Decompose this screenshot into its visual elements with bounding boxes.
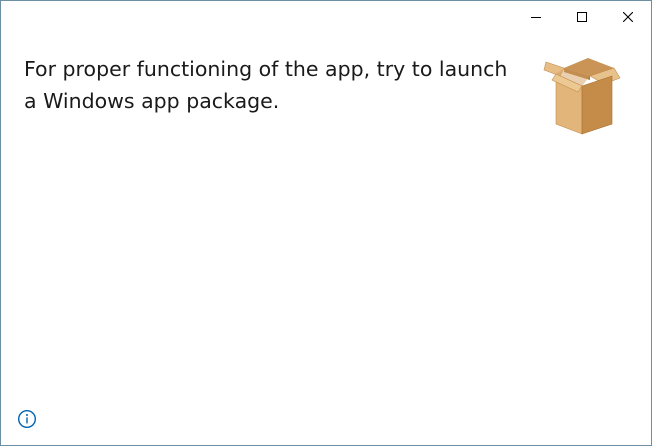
- info-icon: [17, 409, 37, 429]
- maximize-button[interactable]: [559, 1, 605, 33]
- maximize-icon: [577, 12, 587, 22]
- close-button[interactable]: [605, 1, 651, 33]
- open-box-icon: [543, 58, 621, 135]
- info-button[interactable]: [17, 409, 37, 429]
- message-line-1: For proper functioning of the app, try t…: [24, 57, 508, 81]
- app-window: For proper functioning of the app, try t…: [0, 0, 652, 446]
- message-line-2: a Windows app package.: [24, 89, 280, 113]
- launch-package-message: For proper functioning of the app, try t…: [24, 53, 524, 117]
- minimize-icon: [531, 17, 541, 18]
- title-bar[interactable]: [1, 1, 651, 33]
- close-icon: [623, 12, 633, 22]
- minimize-button[interactable]: [513, 1, 559, 33]
